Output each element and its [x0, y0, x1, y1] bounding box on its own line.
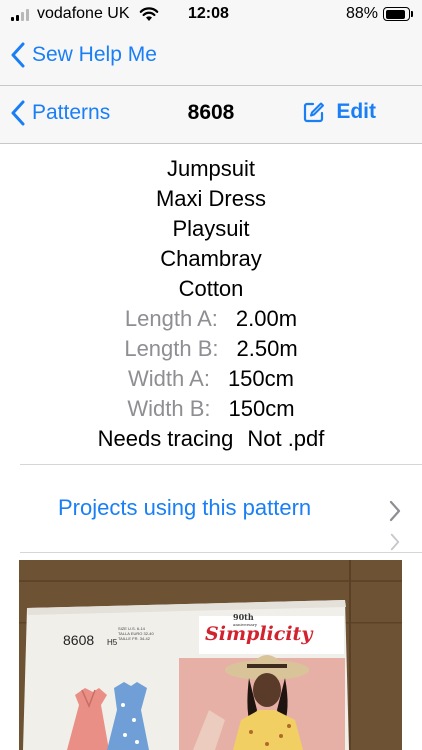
tag-line: Playsuit [172, 216, 250, 241]
file-format-note: Not .pdf [247, 426, 325, 451]
edit-pencil-icon [304, 102, 325, 123]
pattern-envelope-image: 90th anniversary Simplicity 8608 H5 SIZE… [19, 560, 402, 750]
chevron-right-icon [389, 500, 401, 522]
measurement-row: Width A: 150cm [0, 364, 422, 394]
back-to-app-label: Sew Help Me [32, 43, 157, 66]
brand-logo-text: Simplicity [205, 623, 314, 645]
measurement-label: Length A: [124, 306, 218, 331]
battery-percent: 88% [346, 5, 379, 22]
projects-using-pattern-row[interactable]: Projects using this pattern [0, 465, 422, 553]
back-to-patterns-label: Patterns [32, 101, 111, 124]
pattern-details: Jumpsuit Maxi Dress Playsuit Chambray Co… [0, 154, 422, 454]
cellular-signal-icon [11, 9, 31, 21]
measurement-label: Width B: [127, 396, 211, 421]
battery-icon [383, 7, 410, 21]
envelope-pattern-number: 8608 [63, 632, 94, 648]
measurement-value: 150cm [227, 366, 294, 391]
tag-line: Jumpsuit [166, 156, 256, 181]
tracing-row: Needs tracing Not .pdf [0, 424, 422, 454]
battery-tip [411, 11, 413, 17]
back-to-patterns-button[interactable]: Patterns [10, 100, 110, 126]
clock: 12:08 [188, 5, 229, 22]
anniversary-text: 90th [233, 612, 254, 622]
chevron-left-icon [11, 42, 25, 68]
chevron-left-icon [11, 100, 25, 126]
tag-line: Cotton [178, 276, 244, 301]
measurement-row: Length A: 2.00m [0, 304, 422, 334]
measurement-row: Length B: 2.50m [0, 334, 422, 364]
needs-tracing-text: Needs tracing [97, 426, 234, 451]
measurement-value: 2.50m [236, 336, 298, 361]
chevron-right-icon [390, 533, 400, 551]
pattern-envelope-photo: 90th anniversary Simplicity 8608 H5 SIZE… [19, 560, 402, 750]
measurement-value: 150cm [228, 396, 295, 421]
measurement-value: 2.00m [235, 306, 298, 331]
edit-label: Edit [336, 100, 376, 123]
size-fr-text: TAILLE FR. 34-42 [118, 636, 151, 641]
envelope-size-code: H5 [107, 638, 118, 647]
measurement-row: Width B: 150cm [0, 394, 422, 424]
app-navigation-bar: Sew Help Me [0, 30, 422, 86]
back-to-app-button[interactable]: Sew Help Me [10, 42, 157, 68]
measurement-label: Width A: [128, 366, 210, 391]
wifi-icon [139, 7, 159, 21]
edit-button[interactable]: Edit [303, 100, 376, 124]
divider [20, 552, 422, 553]
projects-using-pattern-link[interactable]: Projects using this pattern [58, 495, 311, 521]
tag-line: Chambray [160, 246, 262, 271]
carrier-name: vodafone UK [37, 5, 130, 22]
measurement-label: Length B: [124, 336, 219, 361]
page-navigation-bar: Patterns 8608 Edit [0, 86, 422, 144]
tag-line: Maxi Dress [155, 186, 266, 211]
status-bar: vodafone UK 12:08 88% [0, 0, 422, 30]
